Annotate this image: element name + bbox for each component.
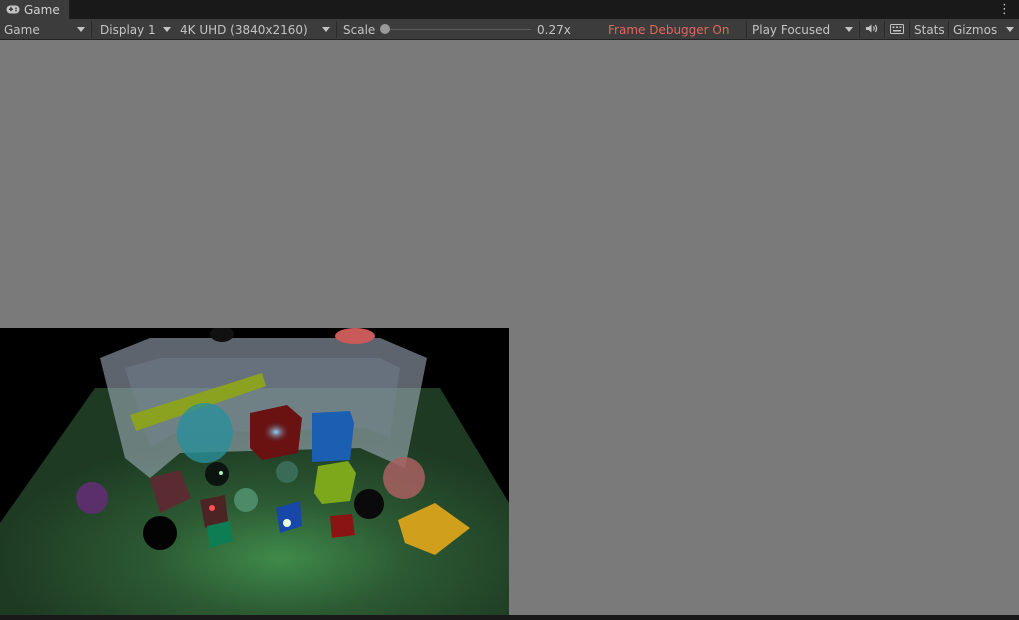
scale-label: Scale: [343, 22, 376, 37]
resolution-label: 4K UHD (3840x2160): [180, 22, 308, 37]
tab-label: Game: [24, 2, 60, 17]
game-toolbar: Game Display 1 4K UHD (3840x2160) Scale …: [0, 19, 1019, 40]
game-viewport[interactable]: [0, 40, 1019, 615]
divider: [336, 21, 337, 38]
game-render-output[interactable]: [0, 328, 509, 615]
chevron-down-icon: [845, 27, 853, 32]
divider: [91, 21, 92, 38]
gizmos-dropdown[interactable]: Gizmos: [949, 19, 1019, 40]
keyboard-icon: [890, 23, 904, 37]
divider: [909, 21, 910, 38]
scale-value: 0.27x: [537, 22, 571, 37]
chevron-down-icon: [163, 27, 171, 32]
display-label: Display 1: [100, 22, 156, 37]
mute-audio-button[interactable]: [860, 19, 884, 40]
scale-slider-handle[interactable]: [380, 24, 390, 34]
stats-button[interactable]: Stats: [914, 19, 945, 40]
bottom-edge: [0, 615, 1019, 620]
play-mode-dropdown[interactable]: Play Focused: [748, 19, 858, 40]
keyboard-shortcuts-button[interactable]: [885, 19, 909, 40]
frame-debugger-status: Frame Debugger On: [608, 22, 730, 37]
chevron-down-icon: [77, 27, 85, 32]
chevron-down-icon: [322, 27, 330, 32]
tab-game[interactable]: Game: [0, 0, 70, 19]
kebab-menu-icon[interactable]: ⋮: [998, 2, 1011, 17]
tab-strip: Game ⋮: [0, 0, 1019, 20]
speaker-icon: [865, 23, 879, 37]
resolution-dropdown[interactable]: 4K UHD (3840x2160): [176, 19, 335, 40]
chevron-down-icon: [1006, 27, 1014, 32]
divider: [746, 21, 747, 38]
gamepad-icon: [6, 3, 20, 17]
play-mode-label: Play Focused: [752, 22, 831, 37]
gizmos-label: Gizmos: [953, 22, 998, 37]
view-mode-label: Game: [4, 22, 40, 37]
view-mode-dropdown[interactable]: Game: [0, 19, 90, 40]
display-dropdown[interactable]: Display 1: [96, 19, 176, 40]
scale-slider-track[interactable]: [386, 29, 531, 30]
rendered-scene-image: [0, 328, 509, 615]
